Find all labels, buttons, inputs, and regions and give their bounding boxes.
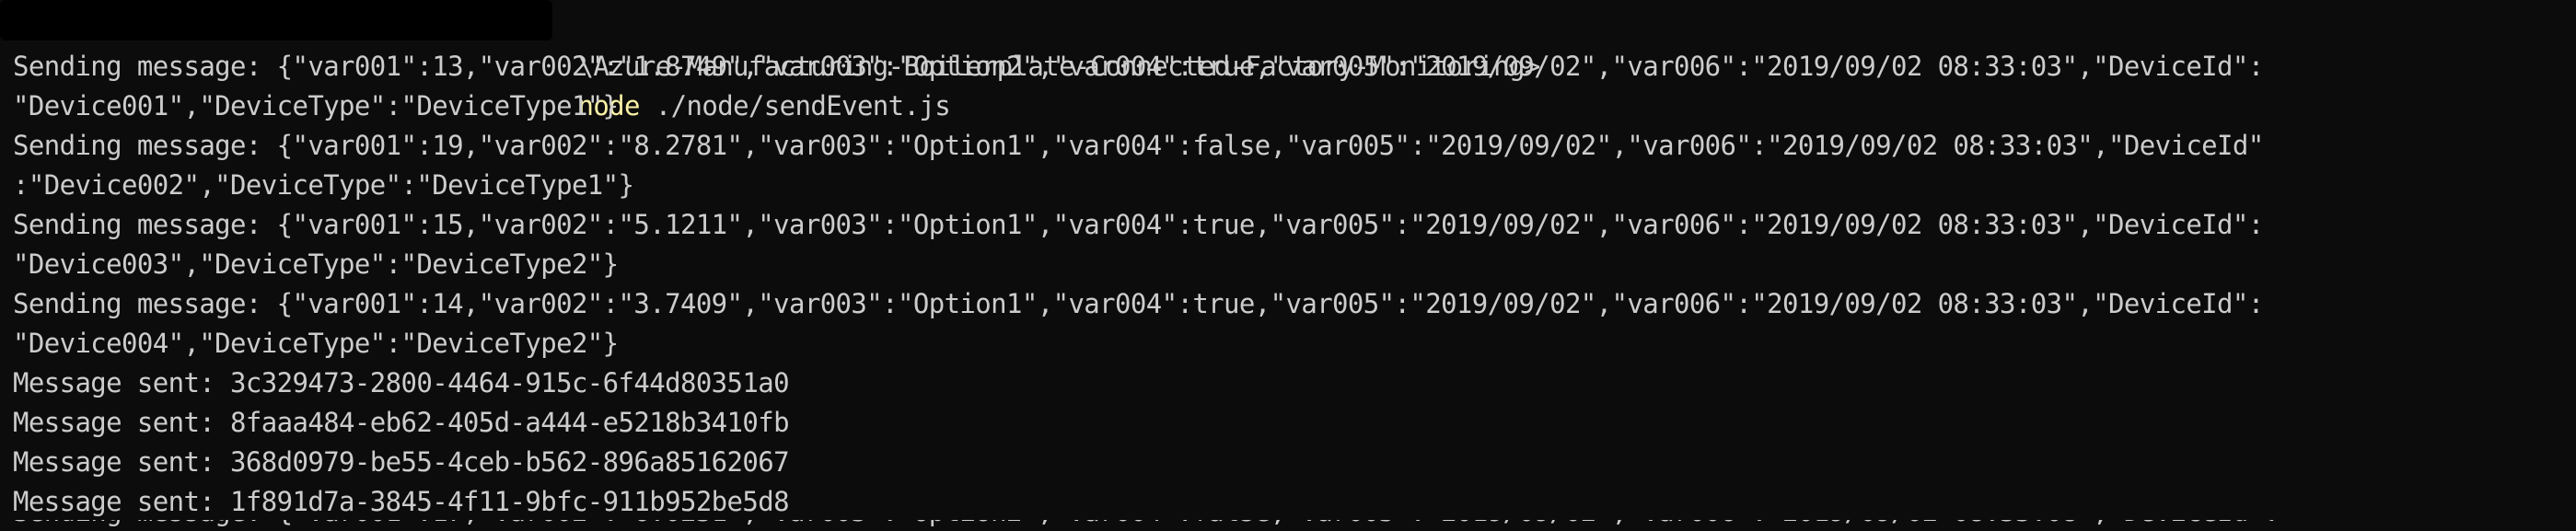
output-line-5: Sending message: {"var001":15,"var002":"… [13, 209, 2264, 240]
message-sent-line-4: Message sent: 1f891d7a-3845-4f11-9bfc-91… [13, 486, 790, 517]
terminal-window[interactable]: \Azure-Manufacturing-Boilerplate-Connect… [0, 0, 2576, 531]
output-line-1: Sending message: {"var001":13,"var002":"… [13, 51, 2264, 82]
command-args: ./node/sendEvent.js [639, 90, 951, 121]
message-sent-line-2: Message sent: 8faaa484-eb62-405d-a444-e5… [13, 407, 790, 438]
partial-line-clipped: Sending message: {"var001":17,"var002":"… [0, 520, 2576, 531]
message-sent-line-1: Message sent: 3c329473-2800-4464-915c-6f… [13, 367, 790, 398]
output-line-8: "Device004","DeviceType":"DeviceType2"} [13, 328, 619, 359]
output-line-7: Sending message: {"var001":14,"var002":"… [13, 288, 2264, 319]
output-line-3: Sending message: {"var001":19,"var002":"… [13, 130, 2264, 161]
output-line-2: "Device001","DeviceType":"DeviceType1"} [13, 90, 619, 121]
output-line-4: :"Device002","DeviceType":"DeviceType1"} [13, 169, 634, 201]
redacted-path-prefix [0, 0, 552, 40]
prompt-line: \Azure-Manufacturing-Boilerplate-Connect… [516, 7, 1540, 121]
partial-line-text: Sending message: {"var001":17,"var002":"… [13, 520, 2280, 531]
message-sent-line-3: Message sent: 368d0979-be55-4ceb-b562-89… [13, 446, 790, 478]
output-line-6: "Device003","DeviceType":"DeviceType2"} [13, 248, 619, 280]
